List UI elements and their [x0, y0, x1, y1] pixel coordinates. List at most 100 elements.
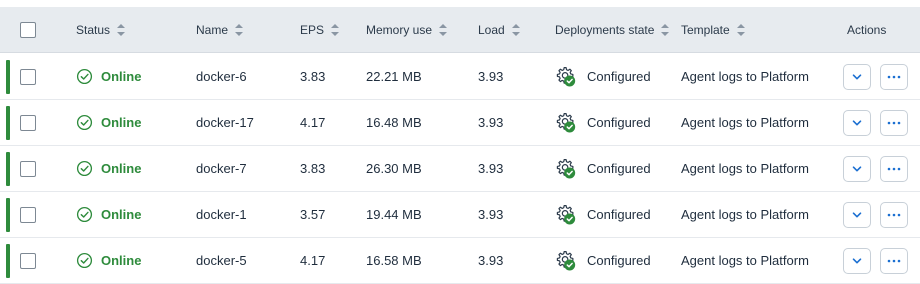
table-header: Status Name EPS Memory use Load Deployme…: [0, 7, 920, 53]
column-header-eps[interactable]: EPS: [300, 7, 340, 52]
select-all-checkbox[interactable]: [20, 21, 36, 38]
template-name: Agent logs to Platform: [681, 253, 809, 268]
agent-name: docker-5: [196, 253, 247, 268]
sort-icon[interactable]: [736, 23, 745, 36]
column-header-name[interactable]: Name: [196, 7, 244, 52]
status-cell: Online: [76, 100, 141, 145]
status-text: Online: [101, 69, 142, 84]
more-dots-icon: [887, 75, 901, 78]
more-actions-button[interactable]: [880, 109, 908, 136]
chevron-down-icon: [852, 165, 862, 171]
column-header-label: Name: [196, 22, 229, 37]
row-checkbox[interactable]: [20, 252, 36, 269]
row-checkbox[interactable]: [20, 206, 36, 223]
row-checkbox[interactable]: [20, 114, 36, 131]
column-header-label: Load: [478, 22, 505, 37]
sort-icon[interactable]: [331, 23, 340, 36]
table-row[interactable]: Online docker-1 3.57 19.44 MB 3.93 Confi…: [0, 192, 920, 238]
row-status-bar: [6, 152, 10, 186]
chevron-down-icon: [852, 73, 862, 79]
column-header-status[interactable]: Status: [76, 7, 126, 52]
memory-cell: 26.30 MB: [366, 146, 422, 191]
expand-button[interactable]: [843, 155, 871, 182]
status-text: Online: [101, 161, 142, 176]
load-cell: 3.93: [478, 146, 503, 191]
eps-value: 4.17: [300, 115, 326, 130]
row-checkbox[interactable]: [20, 68, 36, 85]
deployment-cell: Configured: [555, 238, 651, 283]
gear-check-icon: [556, 204, 576, 224]
expand-button[interactable]: [843, 109, 871, 136]
more-dots-icon: [887, 121, 901, 124]
more-actions-button[interactable]: [880, 155, 908, 182]
deployment-state: Configured: [587, 207, 651, 222]
memory-value: 26.30 MB: [366, 161, 422, 176]
column-header-label: Memory use: [366, 22, 433, 37]
status-text: Online: [101, 253, 142, 268]
column-header-memory[interactable]: Memory use: [366, 7, 448, 52]
status-cell: Online: [76, 192, 141, 237]
gear-check-icon: [556, 158, 576, 178]
select-all-cell: [20, 7, 36, 52]
column-header-load[interactable]: Load: [478, 7, 520, 52]
row-select-cell: [20, 146, 36, 191]
gear-check-icon: [556, 112, 576, 132]
deployment-state: Configured: [587, 69, 651, 84]
row-status-bar: [6, 106, 10, 140]
table-row[interactable]: Online docker-17 4.17 16.48 MB 3.93 Conf…: [0, 100, 920, 146]
column-header-template[interactable]: Template: [681, 7, 745, 52]
column-header-deployments[interactable]: Deployments state: [555, 7, 670, 52]
memory-value: 16.48 MB: [366, 115, 422, 130]
actions-cell: [843, 238, 917, 283]
deployment-state: Configured: [587, 253, 651, 268]
template-name: Agent logs to Platform: [681, 207, 809, 222]
column-header-actions: Actions: [847, 7, 886, 52]
row-checkbox[interactable]: [20, 160, 36, 177]
check-circle-icon: [76, 114, 93, 131]
table-row[interactable]: Online docker-7 3.83 26.30 MB 3.93 Confi…: [0, 146, 920, 192]
more-dots-icon: [887, 259, 901, 262]
memory-value: 22.21 MB: [366, 69, 422, 84]
sort-icon[interactable]: [661, 23, 670, 36]
load-cell: 3.93: [478, 238, 503, 283]
deployment-cell: Configured: [555, 100, 651, 145]
eps-value: 3.83: [300, 69, 326, 84]
status-text: Online: [101, 207, 142, 222]
actions-cell: [843, 100, 917, 145]
expand-button[interactable]: [843, 201, 871, 228]
memory-cell: 22.21 MB: [366, 54, 422, 99]
template-cell: Agent logs to Platform: [681, 54, 809, 99]
more-actions-button[interactable]: [880, 63, 908, 90]
sort-icon[interactable]: [439, 23, 448, 36]
load-value: 3.93: [478, 69, 504, 84]
agent-name: docker-6: [196, 69, 247, 84]
more-dots-icon: [887, 213, 901, 216]
check-circle-icon: [76, 206, 93, 223]
status-cell: Online: [76, 146, 141, 191]
load-cell: 3.93: [478, 54, 503, 99]
sort-icon[interactable]: [511, 23, 520, 36]
load-value: 3.93: [478, 207, 504, 222]
sort-icon[interactable]: [235, 23, 244, 36]
load-value: 3.93: [478, 161, 504, 176]
row-status-bar: [6, 198, 10, 232]
template-cell: Agent logs to Platform: [681, 238, 809, 283]
name-cell: docker-1: [196, 192, 247, 237]
eps-cell: 4.17: [300, 238, 325, 283]
gear-check-icon: [556, 66, 576, 86]
row-status-bar: [6, 244, 10, 278]
table-row[interactable]: Online docker-6 3.83 22.21 MB 3.93 Confi…: [0, 54, 920, 100]
expand-button[interactable]: [843, 63, 871, 90]
deployment-state: Configured: [587, 115, 651, 130]
actions-cell: [843, 192, 917, 237]
column-header-label: Deployments state: [555, 22, 655, 37]
expand-button[interactable]: [843, 247, 871, 274]
more-actions-button[interactable]: [880, 201, 908, 228]
more-actions-button[interactable]: [880, 247, 908, 274]
status-cell: Online: [76, 54, 141, 99]
name-cell: docker-17: [196, 100, 254, 145]
sort-icon[interactable]: [117, 23, 126, 36]
load-value: 3.93: [478, 253, 504, 268]
table-row[interactable]: Online docker-5 4.17 16.58 MB 3.93 Confi…: [0, 238, 920, 284]
status-text: Online: [101, 115, 142, 130]
